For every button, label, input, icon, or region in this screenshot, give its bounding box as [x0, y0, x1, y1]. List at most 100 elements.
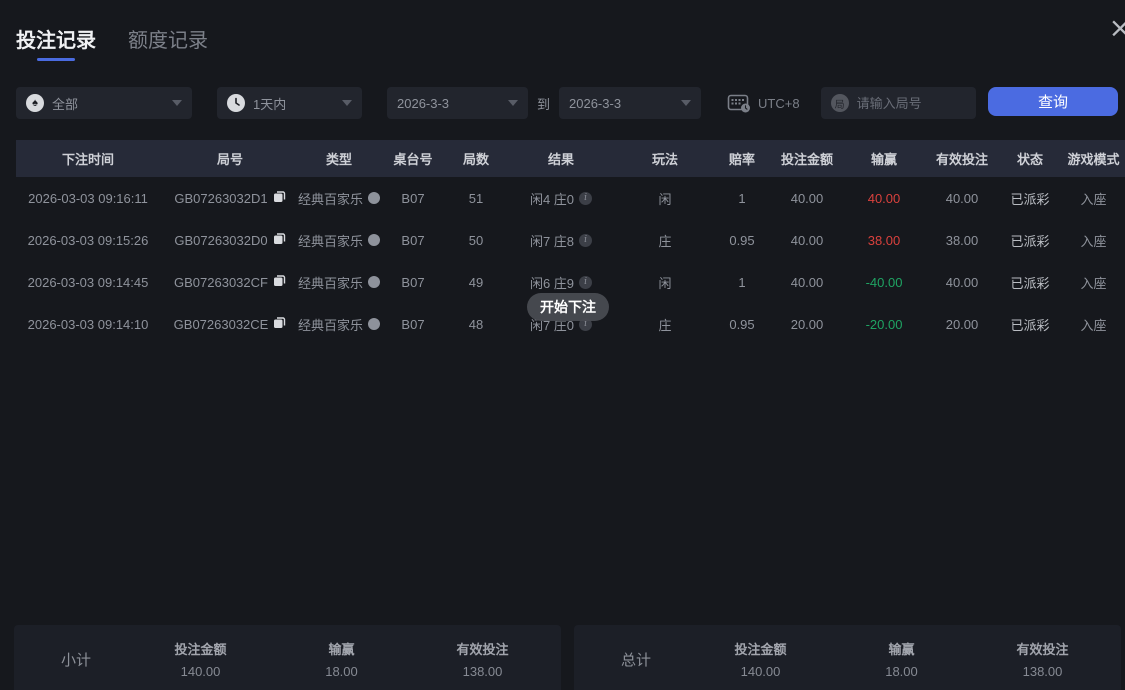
col-round-count: 局数: [462, 152, 489, 167]
game-type-dropdown[interactable]: ♠ 全部: [16, 87, 192, 119]
cell-bet-amount: 40.00: [790, 274, 824, 290]
game-type-value: 全部: [52, 96, 79, 112]
cell-round-id: GB07263032CE: [160, 316, 300, 332]
timezone-indicator: UTC+8: [727, 93, 800, 114]
col-winloss: 输赢: [870, 152, 897, 167]
tab-bar: 投注记录 额度记录: [16, 24, 1109, 65]
cell-valid-bet: 40.00: [945, 274, 979, 290]
chevron-down-icon: [508, 100, 518, 106]
cell-winloss: -40.00: [865, 274, 903, 290]
filter-bar: ♠ 全部 1天内 2026-3-3 到 2026-3-3 UTC+8 局 请输入…: [16, 87, 1125, 119]
calendar-clock-icon[interactable]: [727, 93, 751, 114]
subtotal-label: 小计: [60, 651, 91, 669]
cell-status: 已派彩: [1010, 275, 1050, 291]
col-odds: 赔率: [728, 152, 755, 167]
cell-bet-time: 2026-03-03 09:16:11: [28, 190, 148, 206]
col-play: 玩法: [651, 152, 678, 167]
table-row: 2026-03-03 09:15:26 GB07263032D0 经典百家乐 B…: [16, 219, 1125, 261]
cell-odds: 0.95: [729, 316, 755, 332]
cell-status: 已派彩: [1010, 191, 1050, 207]
chevron-down-icon: [172, 100, 182, 106]
total-winloss: 输赢 18.00: [885, 642, 918, 679]
time-range-value: 1天内: [253, 96, 287, 112]
cell-type: 经典百家乐: [298, 315, 381, 334]
col-result: 结果: [547, 152, 574, 167]
tab-bet-records[interactable]: 投注记录: [16, 24, 96, 65]
subtotal-bet-amount: 投注金额 140.00: [174, 642, 227, 679]
subtotal-valid-bet: 有效投注 138.00: [456, 642, 509, 679]
cell-play: 闲: [658, 275, 672, 291]
tab-bet-records-label: 投注记录: [16, 30, 96, 52]
table-row: 2026-03-03 09:16:11 GB07263032D1 经典百家乐 B…: [16, 177, 1125, 219]
col-game-mode: 游戏模式: [1067, 152, 1120, 167]
copy-icon[interactable]: [273, 190, 286, 206]
cell-round-id: GB07263032CF: [160, 274, 300, 290]
cell-result: 闲6 庄9 i: [504, 273, 618, 292]
cell-game-mode: 入座: [1080, 317, 1107, 333]
col-round-id: 局号: [216, 152, 243, 167]
col-table-no: 桌台号: [393, 152, 433, 167]
cell-game-mode: 入座: [1080, 275, 1107, 291]
cell-round-id: GB07263032D0: [160, 232, 300, 248]
tab-quota-records[interactable]: 额度记录: [128, 24, 208, 65]
col-bet-amount: 投注金额: [780, 152, 833, 167]
cell-bet-amount: 40.00: [790, 232, 824, 248]
cell-valid-bet: 40.00: [945, 190, 979, 206]
cell-table-no: B07: [401, 190, 425, 206]
close-icon[interactable]: ×: [1109, 14, 1125, 42]
cell-round-count: 48: [468, 316, 484, 332]
round-search-input[interactable]: [856, 95, 966, 111]
cell-type: 经典百家乐: [298, 231, 381, 250]
table-header: 下注时间 局号 类型 桌台号 局数 结果 玩法 赔率 投注金额 输赢 有效投注 …: [16, 140, 1125, 177]
tab-active-underline: [37, 58, 75, 61]
total-label: 总计: [620, 651, 651, 669]
cell-status: 已派彩: [1010, 317, 1050, 333]
timezone-label: UTC+8: [758, 95, 800, 111]
titlebar: 投注记录 额度记录 ×: [0, 0, 1125, 70]
cell-winloss: -20.00: [865, 316, 903, 332]
game-type-icon: ♠: [26, 94, 44, 112]
cell-game-mode: 入座: [1080, 233, 1107, 249]
cell-play: 庄: [658, 317, 672, 333]
cell-odds: 1: [738, 274, 746, 290]
cell-odds: 0.95: [729, 232, 755, 248]
cell-round-count: 50: [468, 232, 484, 248]
clock-icon: [227, 94, 245, 112]
copy-icon[interactable]: [273, 274, 286, 290]
cell-round-id: GB07263032D1: [160, 190, 300, 206]
total-panel: 总计 投注金额 140.00 输赢 18.00 有效投注 138.00: [574, 625, 1121, 690]
cell-bet-amount: 40.00: [790, 190, 824, 206]
summary-row: 小计 投注金额 140.00 输赢 18.00 有效投注 138.00 总计 投…: [14, 625, 1121, 690]
cell-round-count: 51: [468, 190, 484, 206]
info-icon[interactable]: i: [579, 191, 593, 205]
info-icon[interactable]: i: [579, 233, 593, 247]
col-valid-bet: 有效投注: [935, 152, 988, 167]
cell-odds: 1: [738, 190, 746, 206]
total-valid-bet: 有效投注 138.00: [1016, 642, 1069, 679]
cell-play: 闲: [658, 191, 672, 207]
date-to-dropdown[interactable]: 2026-3-3: [559, 87, 702, 119]
cell-winloss: 40.00: [867, 190, 901, 206]
query-button[interactable]: 查询: [988, 87, 1118, 116]
cell-type: 经典百家乐: [298, 273, 381, 292]
chevron-down-icon: [342, 100, 352, 106]
cell-bet-time: 2026-03-03 09:15:26: [27, 232, 149, 248]
date-to-label: 到: [537, 96, 551, 112]
date-from-dropdown[interactable]: 2026-3-3: [387, 87, 528, 119]
copy-icon[interactable]: [273, 316, 286, 332]
copy-icon[interactable]: [273, 232, 286, 248]
cell-valid-bet: 20.00: [945, 316, 979, 332]
tab-quota-records-label: 额度记录: [128, 30, 208, 52]
cell-play: 庄: [658, 233, 672, 249]
cell-bet-time: 2026-03-03 09:14:10: [27, 316, 149, 332]
subtotal-panel: 小计 投注金额 140.00 输赢 18.00 有效投注 138.00: [14, 625, 561, 690]
date-to-value: 2026-3-3: [569, 95, 622, 111]
total-bet-amount: 投注金额 140.00: [734, 642, 787, 679]
col-status: 状态: [1016, 152, 1043, 167]
time-range-dropdown[interactable]: 1天内: [217, 87, 362, 119]
cell-bet-time: 2026-03-03 09:14:45: [27, 274, 149, 290]
cell-game-mode: 入座: [1080, 191, 1107, 207]
cell-valid-bet: 38.00: [945, 232, 979, 248]
cell-table-no: B07: [401, 316, 425, 332]
info-icon[interactable]: i: [579, 275, 593, 289]
